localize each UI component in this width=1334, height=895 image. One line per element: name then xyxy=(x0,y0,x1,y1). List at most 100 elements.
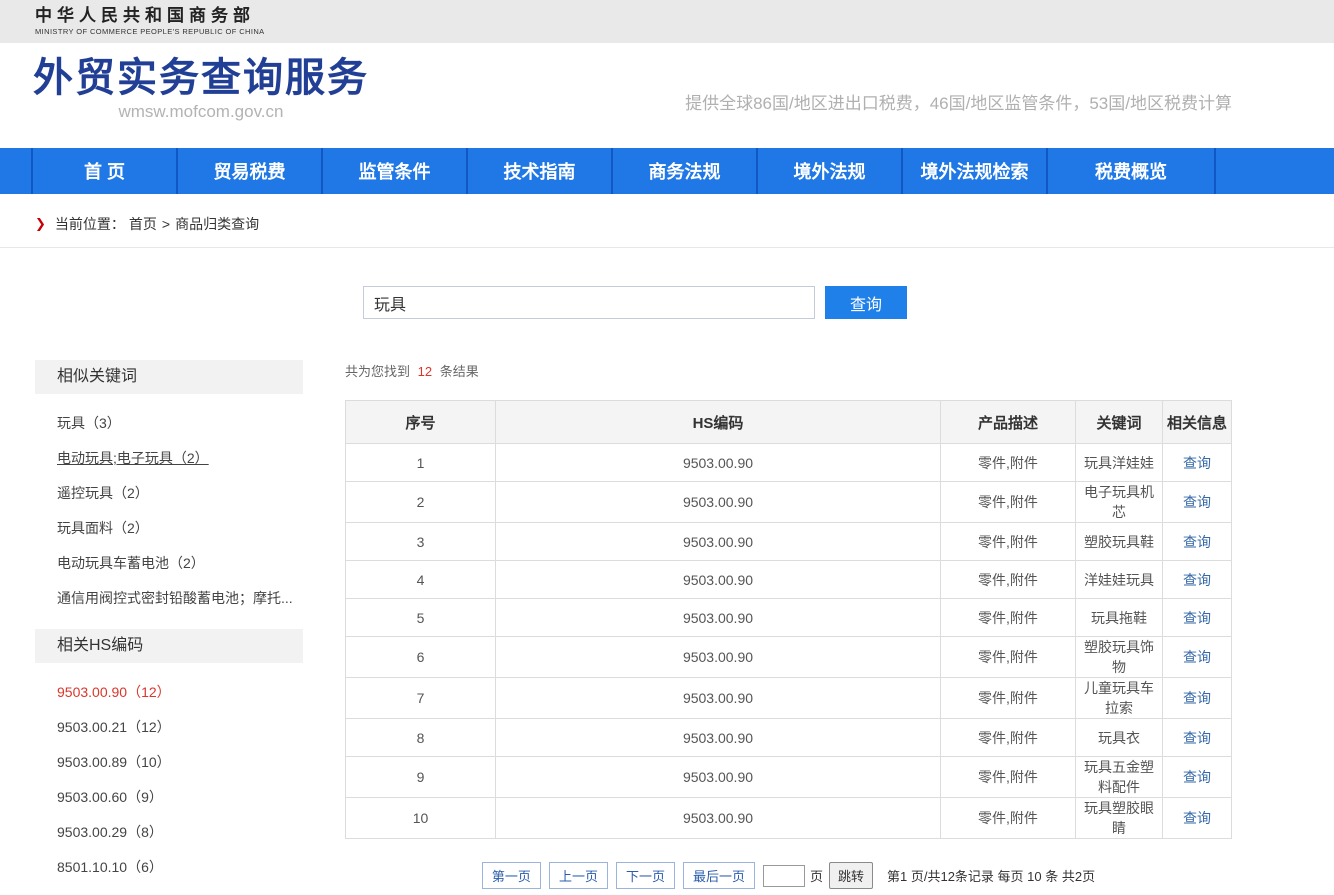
cell-keyword: 电子玩具机芯 xyxy=(1076,482,1163,523)
nav-items: 首 页 贸易税费 监管条件 技术指南 商务法规 境外法规 境外法规检索 税费概览 xyxy=(33,148,1216,194)
keyword-link[interactable]: 玩具（3） xyxy=(57,406,297,441)
site-url: wmsw.mofcom.gov.cn xyxy=(33,102,369,122)
cell-row-number: 6 xyxy=(346,637,496,678)
site-tagline: 提供全球86国/地区进出口税费，46国/地区监管条件，53国/地区税费计算 xyxy=(685,89,1232,114)
nav-item[interactable]: 商务法规 xyxy=(613,148,758,194)
government-topbar: 中华人民共和国商务部 MINISTRY OF COMMERCE PEOPLE'S… xyxy=(0,0,1334,43)
keyword-link[interactable]: 玩具面料（2） xyxy=(57,511,297,546)
row-query-link[interactable]: 查询 xyxy=(1183,649,1211,665)
row-query-link[interactable]: 查询 xyxy=(1183,690,1211,706)
table-row: 6 9503.00.90 零件,附件 塑胶玩具饰物 查询 xyxy=(346,637,1232,678)
nav-item[interactable]: 境外法规 xyxy=(758,148,903,194)
pagination-next-button[interactable]: 下一页 xyxy=(616,862,675,889)
breadcrumb-arrow-icon: ❯ xyxy=(35,216,46,232)
related-hs-header: 相关HS编码 xyxy=(35,629,303,663)
cell-keyword: 塑胶玩具饰物 xyxy=(1076,637,1163,678)
similar-keywords-list: 玩具（3） 电动玩具;电子玩具（2） 遥控玩具（2） 玩具面料（2） 电动玩具车… xyxy=(35,394,303,626)
main-column: 查询 共为您找到 12 条结果 序号 HS编码 产品描述 关键词 xyxy=(345,248,1232,889)
table-row: 5 9503.00.90 零件,附件 玩具拖鞋 查询 xyxy=(346,599,1232,637)
cell-hs-code: 9503.00.90 xyxy=(496,798,941,839)
page-jump-button[interactable]: 跳转 xyxy=(829,862,873,889)
keyword-link[interactable]: 电动玩具车蓄电池（2） xyxy=(57,546,297,581)
row-query-link[interactable]: 查询 xyxy=(1183,534,1211,550)
cell-hs-code: 9503.00.90 xyxy=(496,678,941,719)
cell-product-description: 零件,附件 xyxy=(941,637,1076,678)
cell-hs-code: 9503.00.90 xyxy=(496,444,941,482)
hs-code-link[interactable]: 9503.00.21（12） xyxy=(57,710,297,745)
table-row: 3 9503.00.90 零件,附件 塑胶玩具鞋 查询 xyxy=(346,523,1232,561)
keyword-link[interactable]: 通信用阀控式密封铅酸蓄电池；摩托... xyxy=(57,581,297,616)
row-query-link[interactable]: 查询 xyxy=(1183,572,1211,588)
result-count-suffix: 条结果 xyxy=(440,364,479,379)
cell-row-number: 7 xyxy=(346,678,496,719)
hs-code-link[interactable]: 9503.00.60（9） xyxy=(57,780,297,815)
hs-code-link[interactable]: 9503.00.90（12） xyxy=(57,675,297,710)
content-area: 相似关键词 玩具（3） 电动玩具;电子玩具（2） 遥控玩具（2） 玩具面料（2）… xyxy=(0,248,1334,895)
page-unit-label: 页 xyxy=(810,866,823,885)
page-jump-input[interactable] xyxy=(763,865,805,887)
result-count-prefix: 共为您找到 xyxy=(345,364,410,379)
cell-product-description: 零件,附件 xyxy=(941,444,1076,482)
breadcrumb-label: 当前位置： xyxy=(55,214,125,234)
table-row: 1 9503.00.90 零件,附件 玩具洋娃娃 查询 xyxy=(346,444,1232,482)
pagination-last-button[interactable]: 最后一页 xyxy=(683,862,755,889)
cell-row-number: 10 xyxy=(346,798,496,839)
cell-hs-code: 9503.00.90 xyxy=(496,482,941,523)
nav-item[interactable]: 监管条件 xyxy=(323,148,468,194)
results-table-header-cell: 关键词 xyxy=(1076,401,1163,444)
search-button[interactable]: 查询 xyxy=(825,286,907,319)
hs-code-link[interactable]: 9503.00.29（8） xyxy=(57,815,297,850)
site-logo-block: 外贸实务查询服务 wmsw.mofcom.gov.cn xyxy=(33,43,369,122)
cell-row-number: 1 xyxy=(346,444,496,482)
results-table: 序号 HS编码 产品描述 关键词 相关信息 1 9503.00. xyxy=(345,400,1232,839)
breadcrumb-current: 商品归类查询 xyxy=(175,214,259,234)
results-table-header-row: 序号 HS编码 产品描述 关键词 相关信息 xyxy=(346,401,1232,444)
cell-keyword: 玩具洋娃娃 xyxy=(1076,444,1163,482)
cell-product-description: 零件,附件 xyxy=(941,719,1076,757)
nav-item[interactable]: 税费概览 xyxy=(1048,148,1216,194)
nav-item[interactable]: 首 页 xyxy=(33,148,178,194)
hs-code-link[interactable]: 8501.10.10（6） xyxy=(57,850,297,885)
row-query-link[interactable]: 查询 xyxy=(1183,769,1211,785)
similar-keywords-header: 相似关键词 xyxy=(35,360,303,394)
row-query-link[interactable]: 查询 xyxy=(1183,455,1211,471)
breadcrumb-separator: > xyxy=(162,216,170,232)
cell-row-number: 5 xyxy=(346,599,496,637)
hs-code-link[interactable]: 9503.00.89（10） xyxy=(57,745,297,780)
search-input[interactable] xyxy=(363,286,815,319)
pagination-first-button[interactable]: 第一页 xyxy=(482,862,541,889)
pagination: 第一页 上一页 下一页 最后一页 页 跳转 第1 页/共12条记录 每页 10 … xyxy=(345,862,1232,889)
cell-product-description: 零件,附件 xyxy=(941,757,1076,798)
cell-product-description: 零件,附件 xyxy=(941,599,1076,637)
cell-hs-code: 9503.00.90 xyxy=(496,599,941,637)
breadcrumb: ❯ 当前位置： 首页 > 商品归类查询 xyxy=(0,194,1334,248)
table-row: 7 9503.00.90 零件,附件 儿童玩具车拉索 查询 xyxy=(346,678,1232,719)
row-query-link[interactable]: 查询 xyxy=(1183,610,1211,626)
row-query-link[interactable]: 查询 xyxy=(1183,810,1211,826)
nav-item[interactable]: 境外法规检索 xyxy=(903,148,1048,194)
cell-keyword: 玩具拖鞋 xyxy=(1076,599,1163,637)
keyword-link[interactable]: 电动玩具;电子玩具（2） xyxy=(57,441,297,476)
table-row: 10 9503.00.90 零件,附件 玩具塑胶眼睛 查询 xyxy=(346,798,1232,839)
nav-item[interactable]: 贸易税费 xyxy=(178,148,323,194)
related-hs-section: 相关HS编码 9503.00.90（12） 9503.00.21（12） 950… xyxy=(35,629,303,895)
ministry-name-en: MINISTRY OF COMMERCE PEOPLE'S REPUBLIC O… xyxy=(35,27,1334,36)
nav-item[interactable]: 技术指南 xyxy=(468,148,613,194)
cell-row-number: 3 xyxy=(346,523,496,561)
cell-product-description: 零件,附件 xyxy=(941,561,1076,599)
page-info: 第1 页/共12条记录 每页 10 条 共2页 xyxy=(887,866,1095,885)
row-query-link[interactable]: 查询 xyxy=(1183,730,1211,746)
keyword-link[interactable]: 遥控玩具（2） xyxy=(57,476,297,511)
breadcrumb-home-link[interactable]: 首页 xyxy=(129,214,157,234)
pagination-prev-button[interactable]: 上一页 xyxy=(549,862,608,889)
cell-hs-code: 9503.00.90 xyxy=(496,757,941,798)
cell-row-number: 9 xyxy=(346,757,496,798)
cell-hs-code: 9503.00.90 xyxy=(496,561,941,599)
nav-right-fill xyxy=(1216,148,1334,194)
cell-product-description: 零件,附件 xyxy=(941,678,1076,719)
cell-product-description: 零件,附件 xyxy=(941,523,1076,561)
cell-row-number: 4 xyxy=(346,561,496,599)
table-row: 4 9503.00.90 零件,附件 洋娃娃玩具 查询 xyxy=(346,561,1232,599)
nav-left-stub xyxy=(0,148,33,194)
row-query-link[interactable]: 查询 xyxy=(1183,494,1211,510)
